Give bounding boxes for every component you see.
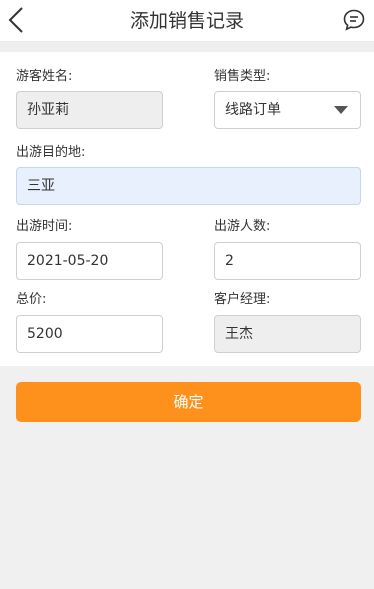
- people-count-input[interactable]: 2: [214, 242, 361, 280]
- app-header: 添加销售记录: [0, 0, 374, 42]
- travel-date-label: 出游时间:: [16, 219, 73, 234]
- header-divider: [0, 43, 374, 52]
- tourist-name-field: 孙亚莉: [16, 91, 163, 129]
- people-count-value: 2: [225, 253, 234, 269]
- sale-type-label: 销售类型:: [214, 69, 271, 84]
- total-price-input[interactable]: 5200: [16, 315, 163, 353]
- page-title: 添加销售记录: [129, 10, 244, 32]
- account-manager-value: 王杰: [225, 326, 253, 342]
- sale-type-value: 线路订单: [225, 102, 281, 118]
- sale-type-select[interactable]: 线路订单: [214, 91, 361, 129]
- account-manager-label: 客户经理:: [214, 292, 271, 307]
- total-price-value: 5200: [27, 326, 63, 342]
- destination-label: 出游目的地:: [16, 145, 86, 160]
- account-manager-field: 王杰: [214, 315, 361, 353]
- tourist-name-label: 游客姓名:: [16, 69, 73, 84]
- chat-bubble-icon: [343, 9, 365, 31]
- total-price-label: 总价:: [16, 292, 47, 307]
- destination-input[interactable]: 三亚: [16, 167, 361, 205]
- people-count-label: 出游人数:: [214, 219, 271, 234]
- tourist-name-value: 孙亚莉: [27, 102, 69, 118]
- message-button[interactable]: [340, 6, 368, 34]
- dropdown-arrow-icon: [334, 106, 348, 114]
- confirm-button[interactable]: 确定: [16, 382, 361, 422]
- sales-record-form: 游客姓名: 孙亚莉 销售类型: 线路订单 出游目的地: 三亚 出游时间: 202…: [0, 52, 374, 366]
- travel-date-input[interactable]: 2021-05-20: [16, 242, 163, 280]
- travel-date-value: 2021-05-20: [27, 253, 109, 269]
- destination-value: 三亚: [27, 178, 55, 194]
